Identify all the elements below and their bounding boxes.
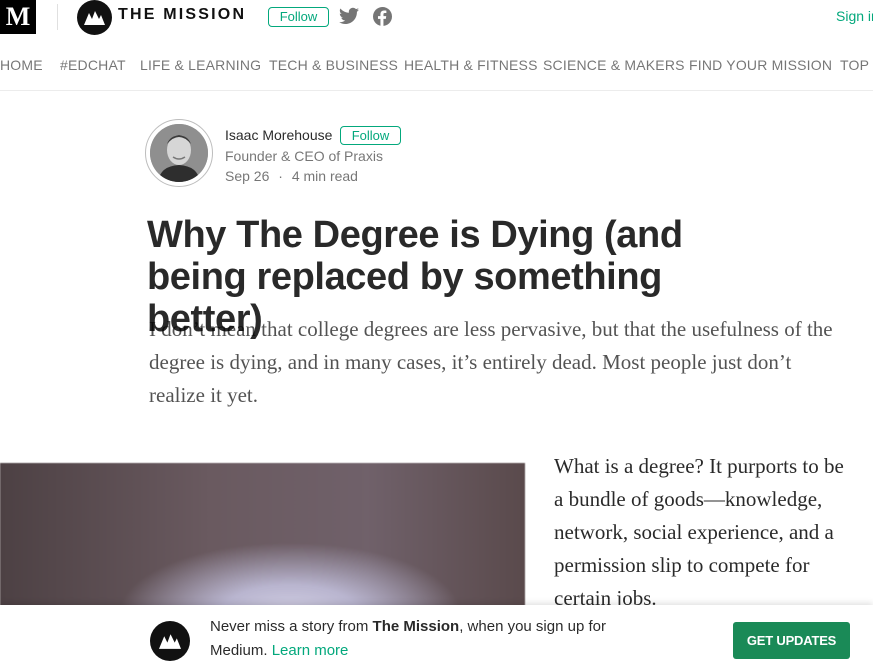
banner-text-prefix: Never miss a story from <box>210 618 373 635</box>
nav-item-science-makers[interactable]: SCIENCE & MAKERS <box>543 57 685 73</box>
banner-publication: The Mission <box>372 618 460 635</box>
banner-message: Never miss a story from The Mission, whe… <box>210 615 650 663</box>
follow-publication-button[interactable]: Follow <box>268 7 329 27</box>
learn-more-link[interactable]: Learn more <box>272 642 349 659</box>
nav-item-health-fitness[interactable]: HEALTH & FITNESS <box>404 57 538 73</box>
author-name[interactable]: Isaac Morehouse <box>225 127 332 143</box>
medium-logo[interactable]: M <box>0 0 36 34</box>
read-time: 4 min read <box>291 168 358 184</box>
nav-item-top-stories[interactable]: TOP STORIES <box>840 57 873 73</box>
author-bio: Founder & CEO of Praxis <box>225 148 383 164</box>
header-divider <box>57 4 58 30</box>
post-meta: Sep 26 · 4 min read <box>225 168 358 184</box>
follow-author-button[interactable]: Follow <box>340 126 401 145</box>
nav-item-home[interactable]: HOME <box>0 57 43 73</box>
facebook-icon[interactable] <box>373 7 392 31</box>
mission-logo-icon[interactable] <box>77 0 112 35</box>
post-date[interactable]: Sep 26 <box>225 168 269 184</box>
nav-item-tech-business[interactable]: TECH & BUSINESS <box>269 57 398 73</box>
avatar[interactable] <box>150 124 208 182</box>
mission-logo-icon <box>150 621 190 661</box>
nav-item-edchat[interactable]: #EDCHAT <box>60 57 126 73</box>
nav-item-life-learning[interactable]: LIFE & LEARNING <box>140 57 261 73</box>
get-updates-button[interactable]: GET UPDATES <box>733 622 850 659</box>
meta-separator: · <box>278 168 283 184</box>
twitter-icon[interactable] <box>339 7 359 30</box>
article-subtitle: I don’t mean that college degrees are le… <box>149 317 833 407</box>
top-bar: M THE MISSION Follow Sign in <box>0 0 873 35</box>
nav-item-find-your-mission[interactable]: FIND YOUR MISSION <box>689 57 832 73</box>
signup-banner: Never miss a story from The Mission, whe… <box>0 605 873 667</box>
category-nav: HOME #EDCHAT LIFE & LEARNING TECH & BUSI… <box>0 55 873 77</box>
sign-in-link[interactable]: Sign in <box>836 8 873 24</box>
article-body-paragraph: What is a degree? It purports to be a bu… <box>554 454 844 610</box>
publication-name[interactable]: THE MISSION <box>118 6 246 24</box>
nav-divider <box>0 90 873 91</box>
